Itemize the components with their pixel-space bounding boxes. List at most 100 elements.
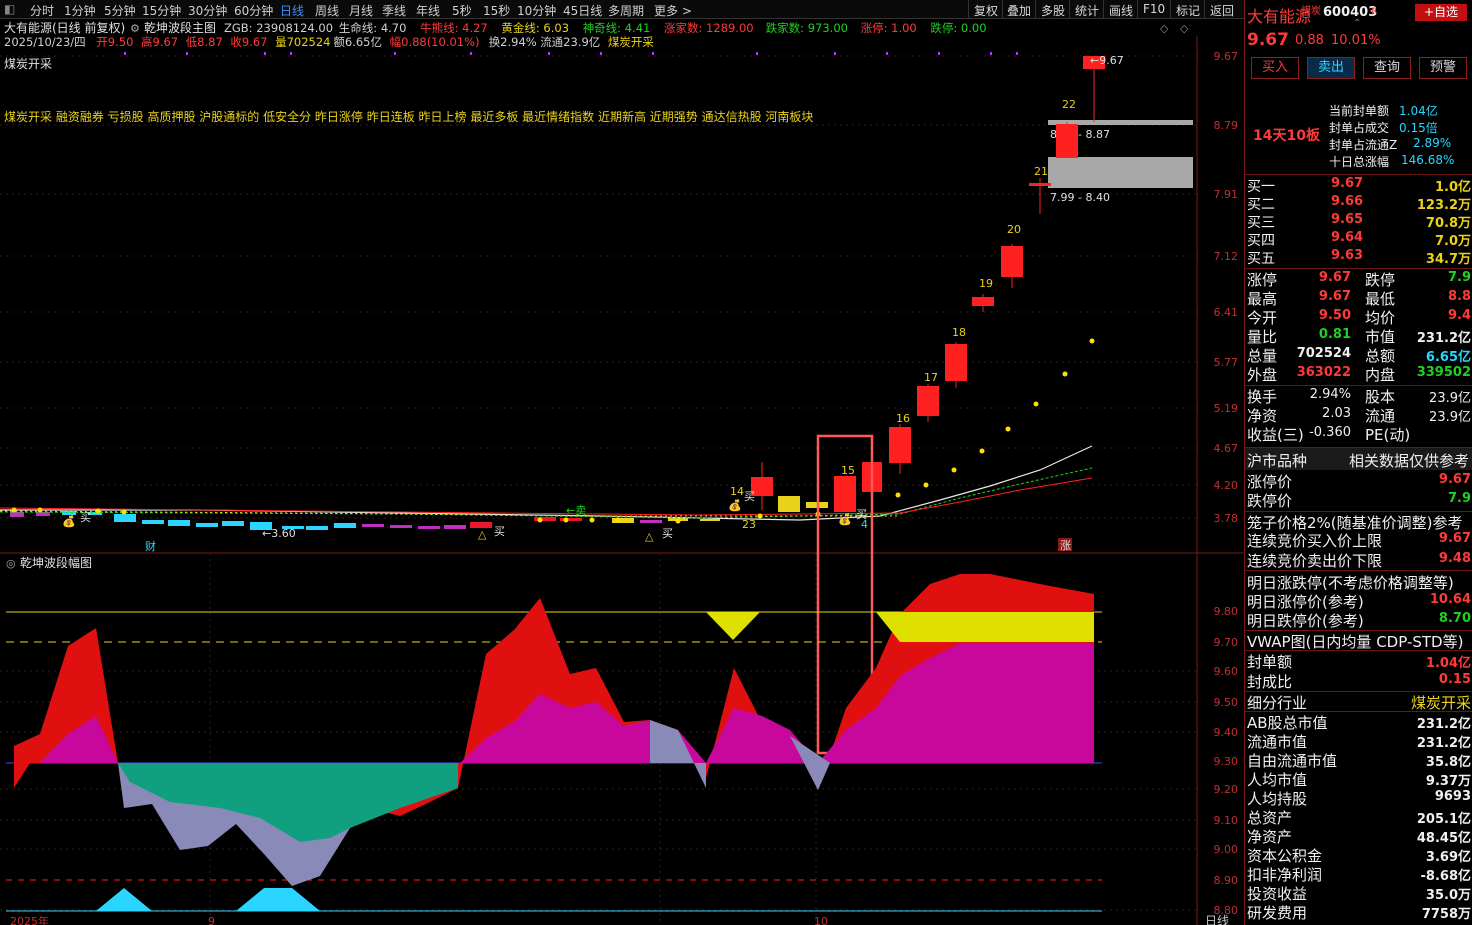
multi-stock-button[interactable]: 多股: [1041, 2, 1065, 19]
book-volume: 34.7万: [1425, 252, 1471, 267]
seal-value: 146.68%: [1401, 153, 1455, 167]
kv-label: 明日跌停价(参考): [1247, 612, 1364, 630]
sell-button[interactable]: 卖出: [1307, 57, 1355, 79]
quote-label: 最高: [1247, 290, 1278, 308]
book-price: 9.67: [1331, 176, 1364, 191]
kv-value: 231.2亿: [1416, 736, 1471, 751]
overlay-button[interactable]: 叠加: [1007, 2, 1031, 19]
price-tick: 4.20: [1214, 479, 1239, 492]
quote-grid: 涨停 9.67 跌停 7.9 最高 9.67 最低 8.8 今开 9.50 均价 9.4 量比 0.81 市…: [1245, 269, 1472, 385]
quote-value: 7.9: [1447, 270, 1471, 285]
svg-text:16: 16: [896, 412, 910, 425]
stat-text: 高9.67: [141, 35, 178, 49]
f10-button[interactable]: F10: [1143, 2, 1165, 16]
period-tab[interactable]: 年线: [416, 2, 440, 19]
back-button[interactable]: 返回: [1210, 2, 1234, 19]
svg-text:8.90: 8.90: [1214, 874, 1239, 887]
quote-value: 2.94%: [1309, 387, 1351, 402]
sub-axis: 9.80 9.70 9.60 9.50 9.40 9.30 9.20 9.10 …: [1214, 605, 1239, 917]
kv-label: 投资收益: [1247, 885, 1308, 903]
kv-label: 封单额: [1247, 653, 1293, 671]
quote-value: 9.4: [1447, 308, 1471, 323]
price-change: 0.88: [1295, 33, 1324, 48]
quote-label: 今开: [1247, 309, 1278, 327]
diamond-icon: ◇: [1160, 22, 1169, 35]
buy-marker-icon: 💰: [728, 499, 742, 512]
kv-value: 0.15: [1438, 672, 1471, 687]
stat-text: 收9.67: [230, 35, 267, 49]
indicator-name: 乾坤波段主图: [144, 20, 216, 35]
kv-value: 8.70: [1438, 611, 1471, 626]
quote-value: 2.03: [1322, 406, 1351, 421]
quote-label: 均价: [1365, 309, 1396, 327]
quote-value: 363022: [1296, 365, 1351, 380]
price-tick: 5.19: [1214, 402, 1239, 415]
buy-marker-label: 买: [662, 527, 673, 540]
period-tab[interactable]: 15分钟: [142, 2, 181, 19]
book-volume: 70.8万: [1425, 216, 1471, 231]
stat-text: 低8.87: [186, 35, 223, 49]
stat-text: 牛熊线: 4.27: [420, 21, 488, 35]
alert-button[interactable]: 预警: [1419, 57, 1467, 79]
seal-value: 1.04亿: [1399, 104, 1438, 118]
kv-value: 9693: [1434, 789, 1471, 804]
quote-label: 流通: [1365, 407, 1396, 425]
svg-text:23: 23: [742, 518, 756, 531]
buy-marker-label: 买: [494, 525, 505, 538]
book-volume: 7.0万: [1434, 234, 1471, 249]
period-tab[interactable]: 周线: [315, 2, 339, 19]
fuquan-button[interactable]: 复权: [974, 2, 998, 19]
toolbar-menu-icon[interactable]: ◧: [4, 2, 15, 16]
more-periods[interactable]: 更多 >: [654, 2, 692, 19]
kv-label: 人均市值: [1247, 771, 1308, 789]
sub-indicator-icon: ◎: [6, 557, 16, 570]
sub-indicator-title: 乾坤波段幅图: [20, 555, 92, 570]
period-tab-active[interactable]: 日线: [280, 2, 304, 19]
period-tab[interactable]: 30分钟: [188, 2, 227, 19]
stats-button[interactable]: 统计: [1075, 2, 1099, 19]
mark-button[interactable]: 标记: [1176, 2, 1200, 19]
expand-icon[interactable]: ⌃: [1353, 18, 1361, 29]
period-tab[interactable]: 10分钟: [517, 2, 556, 19]
quote-label: 总额: [1365, 347, 1396, 365]
vwap-link[interactable]: VWAP图(日内均量 CDP-STD等): [1247, 631, 1463, 652]
kv-label: 资本公积金: [1247, 847, 1323, 865]
buy-marker-icon: △: [645, 530, 654, 543]
book-price: 9.66: [1331, 194, 1364, 209]
quote-label: 净资: [1247, 407, 1278, 425]
seal-label: 当前封单额: [1329, 104, 1390, 118]
period-tab[interactable]: 45日线: [563, 2, 602, 19]
book-level: 买二: [1247, 197, 1275, 213]
quote-value: 9.67: [1318, 289, 1351, 304]
period-tab[interactable]: 多周期: [608, 2, 644, 19]
book-volume: 123.2万: [1416, 198, 1471, 213]
period-tab[interactable]: 季线: [382, 2, 406, 19]
date-axis-label: 9: [208, 915, 215, 925]
stat-text: 量702524: [275, 35, 330, 49]
quote-value: 8.8: [1447, 289, 1471, 304]
period-tab[interactable]: 分时: [30, 2, 54, 19]
buy-button[interactable]: 买入: [1251, 57, 1299, 79]
period-tab[interactable]: 5秒: [452, 2, 472, 19]
draw-button[interactable]: 画线: [1109, 2, 1133, 19]
svg-text:15: 15: [841, 464, 855, 477]
period-tab[interactable]: 60分钟: [234, 2, 273, 19]
market-header[interactable]: 沪市品种 相关数据仅供参考: [1245, 448, 1472, 470]
kv-value: 9.48: [1438, 551, 1471, 566]
svg-text:9.40: 9.40: [1214, 726, 1239, 739]
query-button[interactable]: 查询: [1363, 57, 1411, 79]
period-tab[interactable]: 月线: [349, 2, 373, 19]
kv-label: 扣非净利润: [1247, 866, 1323, 884]
quote-grid-2: 换手 2.94% 股本 23.9亿 净资 2.03 流通 23.9亿 收益(三) -0.360 PE…: [1245, 386, 1472, 446]
fin-marker: 财: [145, 539, 156, 553]
streak-numbers: 14 15 16 17 18 19 20 21 22 23 4: [730, 98, 1076, 531]
period-tab[interactable]: 5分钟: [104, 2, 136, 19]
period-tab[interactable]: 15秒: [483, 2, 510, 19]
stat-text: 额6.65亿: [333, 35, 382, 49]
kv-value: -8.68亿: [1420, 869, 1471, 884]
add-watchlist-button[interactable]: +自选: [1415, 4, 1467, 21]
quote-panel: 大有能源 煤炭 600403 R +自选 ⌃ 9.67 0.88 10.01% …: [1244, 0, 1472, 925]
kline-chart-area[interactable]: 9.67 8.79 7.91 7.12 6.41 5.77 5.19 4.67 …: [0, 18, 1244, 925]
period-tab[interactable]: 1分钟: [64, 2, 96, 19]
svg-text:17: 17: [924, 371, 938, 384]
